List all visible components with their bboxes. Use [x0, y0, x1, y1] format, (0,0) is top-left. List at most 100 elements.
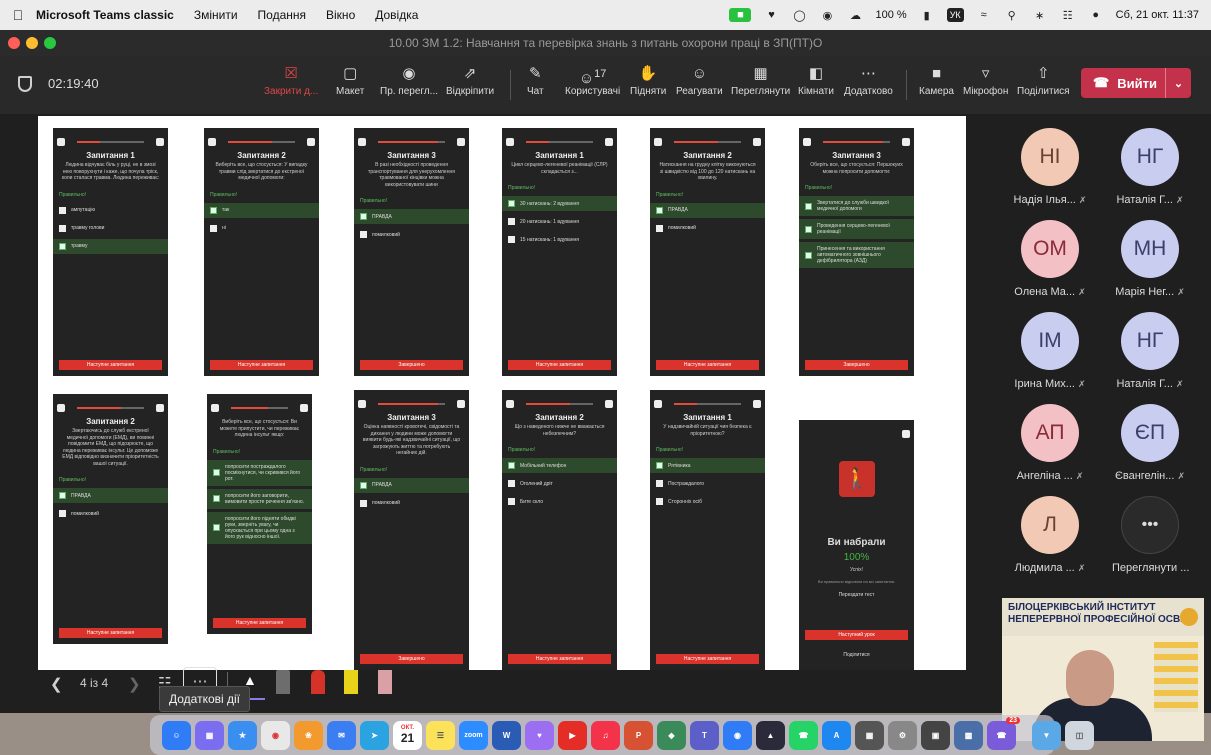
raise-hand-button[interactable]: ✋ Підняти: [630, 64, 666, 97]
react-button[interactable]: ☺ Реагувати: [676, 64, 723, 97]
participant-tile[interactable]: Л Людмила ... ✗: [1012, 496, 1088, 574]
more-actions-button[interactable]: ⋯ Додатково: [844, 64, 893, 97]
apple-icon[interactable]: : [0, 7, 36, 23]
back-icon: [506, 400, 514, 408]
wifi-icon[interactable]: ≈: [976, 8, 992, 22]
red-pen-icon[interactable]: [311, 670, 325, 694]
cursor-app-icon[interactable]: ▲: [756, 720, 785, 750]
teams-icon[interactable]: T: [690, 720, 719, 750]
view-button[interactable]: ▦ Переглянути: [731, 64, 790, 97]
checkbox-icon: [508, 480, 515, 487]
bell-status-icon[interactable]: ◉: [819, 8, 835, 22]
undock-button[interactable]: ⇗ Відкріпити: [446, 64, 494, 97]
menu-window[interactable]: Вікно: [326, 8, 355, 22]
participant-tile[interactable]: ОМ Олена Ма... ✗: [1012, 220, 1088, 298]
camera-button[interactable]: ■ Камера: [919, 64, 954, 97]
share-button[interactable]: ⇧ Поділитися: [1017, 64, 1070, 97]
participants-button[interactable]: ☺17 Користувачі: [565, 64, 620, 97]
progress-bar: [77, 141, 144, 143]
participant-tile[interactable]: НІ Надія Ілья... ✗: [1012, 128, 1088, 206]
bluetooth-icon[interactable]: ∗: [1032, 8, 1048, 22]
previous-page-icon[interactable]: ❮: [50, 675, 63, 693]
black-pen-icon[interactable]: [276, 670, 290, 694]
telegram-icon[interactable]: ➤: [360, 720, 389, 750]
mail-icon[interactable]: ✉: [327, 720, 356, 750]
siri-icon[interactable]: ●: [1088, 8, 1104, 22]
word-icon[interactable]: W: [492, 720, 521, 750]
viber-icon[interactable]: ☎ 23: [987, 716, 1020, 750]
chat-icon: ✎: [529, 65, 542, 82]
answer-label: ПРАВДА: [372, 213, 392, 220]
zoom-icon[interactable]: zoom: [459, 720, 488, 750]
downloads-folder-icon[interactable]: ▼: [1032, 720, 1061, 750]
battery-icon[interactable]: ▮: [919, 8, 935, 22]
system-settings-icon[interactable]: ⚙: [888, 720, 917, 750]
next-page-icon[interactable]: ❯: [128, 675, 141, 693]
stop-sharing-button[interactable]: ☒ Закрити д...: [264, 64, 318, 97]
back-icon: [506, 138, 514, 146]
trash-icon[interactable]: ◫: [1065, 720, 1094, 750]
view-all-participants[interactable]: ••• Переглянути ...: [1112, 496, 1189, 574]
microphone-button[interactable]: ▿ Мікрофон: [963, 64, 1008, 97]
progress-bar: [378, 141, 445, 143]
leave-button[interactable]: ☎ Вийти ⌄: [1081, 68, 1191, 98]
quiz-progress: [650, 399, 765, 409]
participant-name-row: Ангеліна ... ✗: [1012, 470, 1088, 482]
finder-icon[interactable]: ☺: [162, 720, 191, 750]
back-icon: [57, 138, 65, 146]
safari-icon[interactable]: ✯: [228, 720, 257, 750]
chrome-icon[interactable]: ◉: [261, 720, 290, 750]
chat-button[interactable]: ✎ Чат: [527, 64, 544, 97]
cloud-icon[interactable]: ☁: [847, 8, 863, 22]
highlighter-icon[interactable]: [344, 670, 358, 694]
camera-status-icon[interactable]: ■: [729, 8, 752, 22]
question-title: Запитання 1: [683, 413, 732, 422]
zoom-app-icon[interactable]: ◉: [723, 720, 752, 750]
question-title: Запитання 2: [86, 417, 135, 426]
notes-icon[interactable]: ☰: [426, 720, 455, 750]
launchpad-icon[interactable]: ▦: [195, 720, 224, 750]
participant-name: Євангелін...: [1114, 470, 1175, 482]
answer-label: 15 натискань: 1 вдування: [520, 236, 579, 243]
whatsapp-icon[interactable]: ☎: [789, 720, 818, 750]
presenter-view-button[interactable]: ◉ Пр. перегл...: [380, 64, 438, 97]
eraser-icon[interactable]: [378, 670, 392, 694]
menu-view[interactable]: Подання: [258, 8, 306, 22]
quiz-progress: [53, 137, 168, 147]
preview-icon[interactable]: ▩: [954, 720, 983, 750]
participant-tile[interactable]: АП Ангеліна ... ✗: [1012, 404, 1088, 482]
hang-up-icon: ☎: [1093, 75, 1110, 90]
menu-help[interactable]: Довідка: [375, 8, 418, 22]
layout-button[interactable]: ▢ Макет: [336, 64, 364, 97]
menu-edit[interactable]: Змінити: [194, 8, 238, 22]
powerpoint-icon[interactable]: P: [624, 720, 653, 750]
calculator-icon[interactable]: ▦: [855, 720, 884, 750]
datetime[interactable]: Сб, 21 окт. 11:37: [1116, 9, 1199, 21]
participant-tile[interactable]: ІМ Ірина Мих... ✗: [1012, 312, 1088, 390]
screenshot-icon[interactable]: ▣: [921, 720, 950, 750]
participant-tile[interactable]: МН Марія Нег... ✗: [1112, 220, 1188, 298]
spotlight-icon[interactable]: ⚲: [1004, 8, 1020, 22]
menu-app-name[interactable]: Microsoft Teams classic: [36, 8, 174, 22]
control-center-icon[interactable]: ☷: [1060, 8, 1076, 22]
music-icon[interactable]: ♫: [591, 720, 620, 750]
answer-option: Звертатися до служби швидкої медичної до…: [799, 196, 914, 216]
close-icon: [457, 138, 465, 146]
answer-label: травму: [71, 243, 88, 249]
breakout-rooms-button[interactable]: ◧ Кімнати: [798, 64, 834, 97]
vpn-app-icon[interactable]: ♥: [525, 720, 554, 750]
app-store-icon[interactable]: A: [822, 720, 851, 750]
participant-name: Ангеліна ...: [1016, 470, 1073, 482]
participant-tile[interactable]: НГ Наталія Г... ✗: [1112, 128, 1188, 206]
youtube-icon[interactable]: ▶: [558, 720, 587, 750]
vpn-icon[interactable]: ♥: [763, 8, 779, 22]
keyboard-layout[interactable]: УК: [946, 8, 964, 22]
calendar-icon[interactable]: ОКТ. 21: [393, 720, 422, 750]
leave-options-chevron-icon[interactable]: ⌄: [1165, 68, 1191, 98]
maps-icon[interactable]: ◆: [657, 720, 686, 750]
shield-status-icon[interactable]: ◯: [791, 8, 807, 22]
participant-tile[interactable]: ЄП Євангелін... ✗: [1112, 404, 1188, 482]
avatar: Л: [1021, 496, 1079, 554]
photos-icon[interactable]: ❀: [294, 720, 323, 750]
participant-tile[interactable]: НГ Наталія Г... ✗: [1112, 312, 1188, 390]
